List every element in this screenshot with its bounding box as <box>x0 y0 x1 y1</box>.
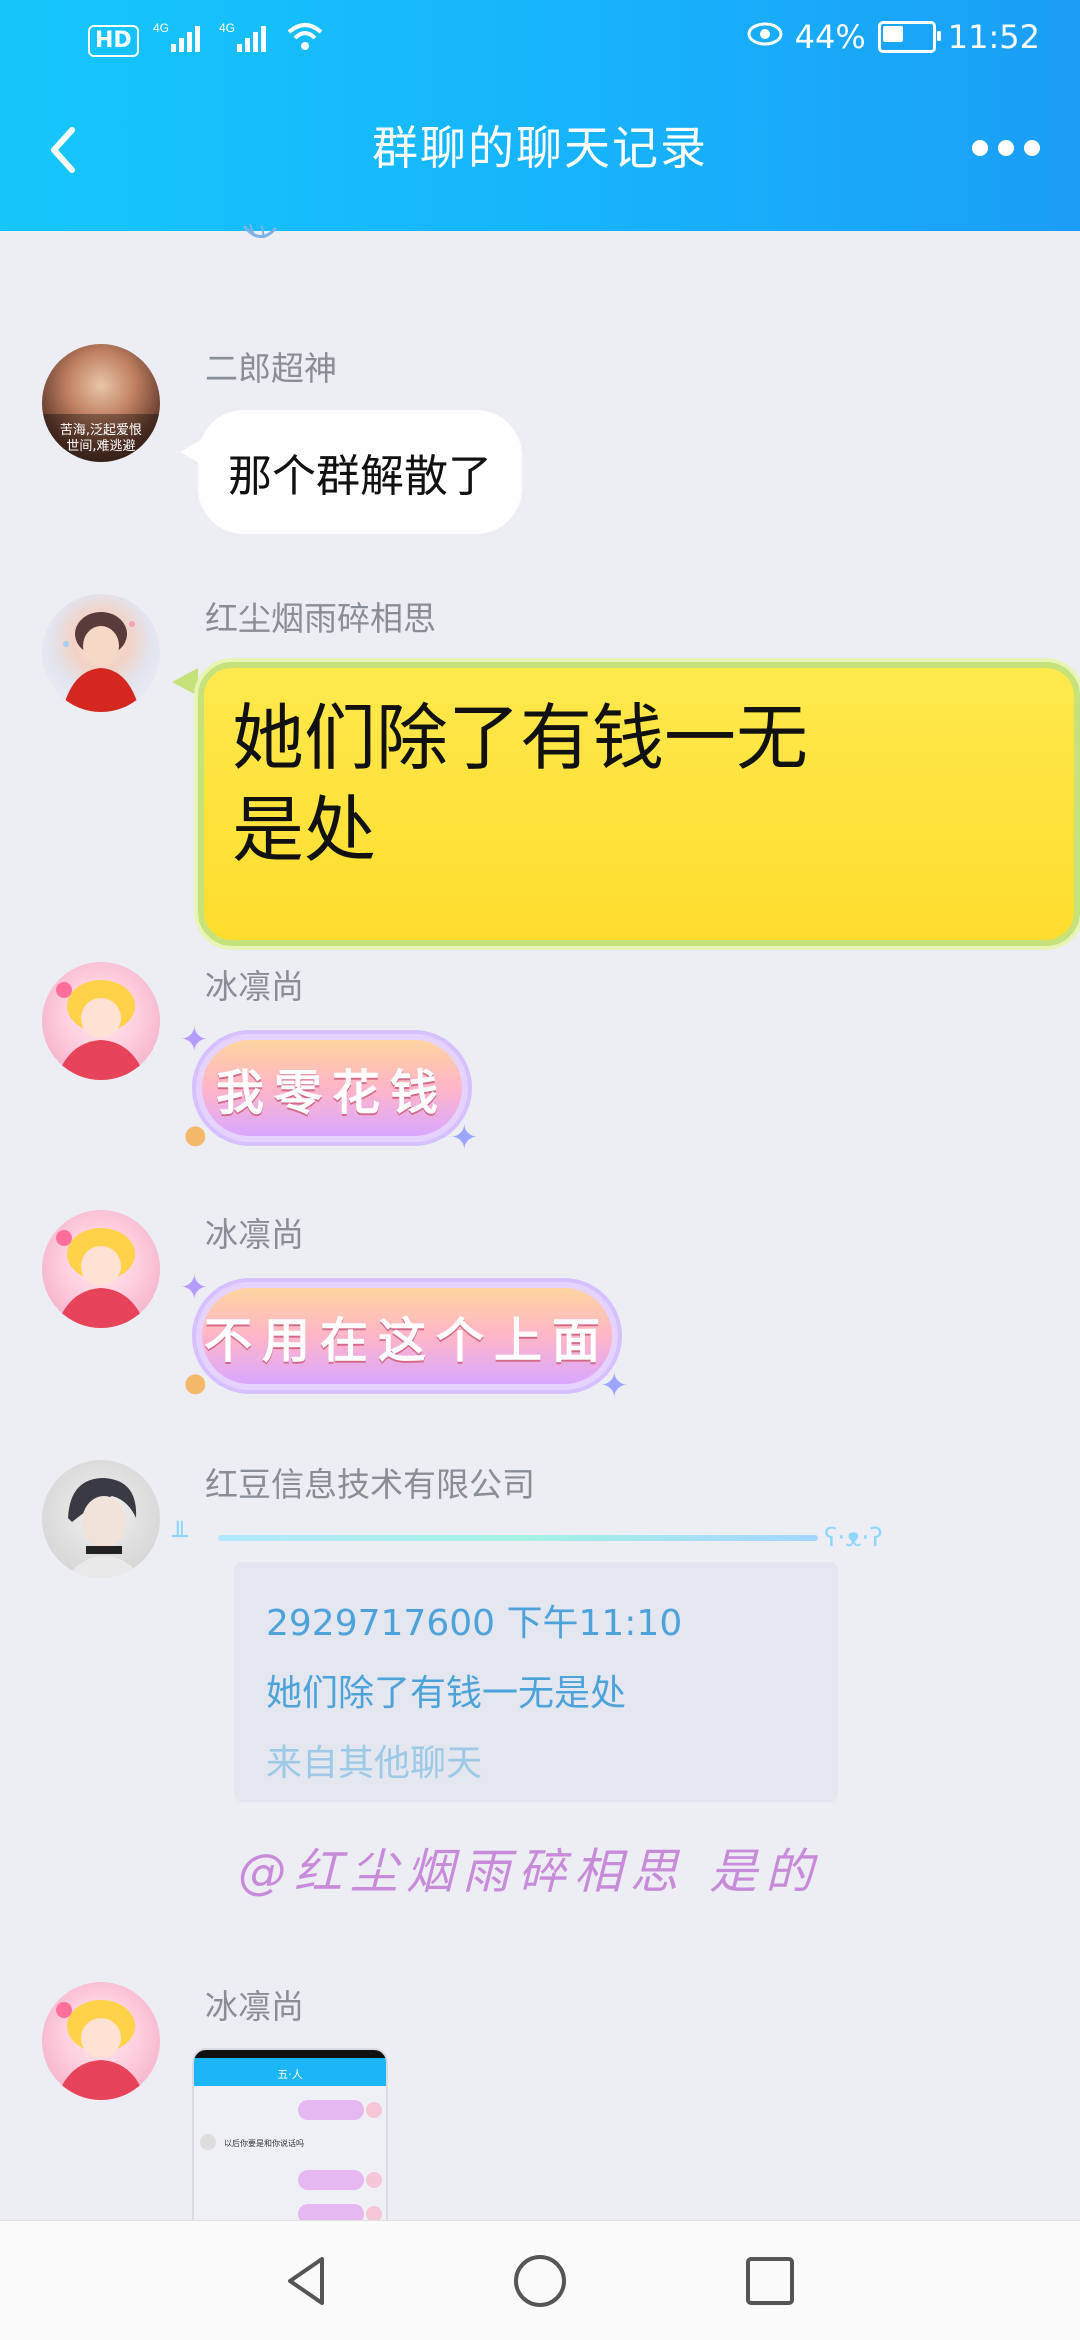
sender-name: 二郎超神 <box>205 349 337 388</box>
svg-text:世间,难逃避: 世间,难逃避 <box>66 439 135 454</box>
signal-icon-1: 4G <box>153 20 205 61</box>
sticker-bubble[interactable]: ✦ ✦ ● 不用在这个上面 <box>180 1268 640 1408</box>
avatar[interactable]: 苦海,泛起爱恨 世间,难逃避 <box>42 344 160 462</box>
status-bar: HD 4G 4G 44% 11:52 <box>0 0 1080 82</box>
quote-message[interactable]: ╨ ʕ·ᴥ·ʔ 2929717600 下午11:10 她们除了有钱一无是处 来自… <box>168 1522 908 1902</box>
avatar-image <box>62 612 140 712</box>
sticker-bubble[interactable]: ✦ ✦ ● 我零花钱 <box>180 1020 490 1160</box>
message-text-line: 她们除了有钱一无 <box>232 696 809 780</box>
square-recents-icon <box>746 2257 794 2305</box>
decor-icon: ╨ <box>172 1522 188 1552</box>
svg-text:苦海,泛起爱恨: 苦海,泛起爱恨 <box>60 422 142 438</box>
sparkle-icon: ✦ <box>450 1118 479 1158</box>
sticker-text: 不用在这个上面 <box>202 1288 612 1384</box>
nav-recents-button[interactable] <box>738 2249 802 2313</box>
sticker-text: 我零花钱 <box>202 1040 462 1136</box>
svg-text:以后你要是和你说话吗: 以后你要是和你说话吗 <box>224 2138 304 2148</box>
sparkle-icon: ● <box>184 1368 207 1398</box>
triangle-back-icon <box>288 2257 324 2305</box>
kaomoji: ʕ·ᴥ·ʔ <box>824 1523 883 1553</box>
bubble-tail <box>172 668 198 696</box>
message-bubble[interactable]: 那个群解散了 <box>198 410 522 534</box>
more-dot-icon <box>1024 140 1040 156</box>
avatar[interactable] <box>42 594 160 712</box>
sparkle-icon: ✦ <box>180 1020 209 1060</box>
page-title: 群聊的聊天记录 <box>372 121 708 175</box>
battery-icon <box>877 21 941 53</box>
sender-name: 冰凛尚 <box>205 1215 304 1254</box>
sparkle-icon: ● <box>184 1120 207 1150</box>
circle-home-icon <box>514 2255 566 2307</box>
quote-divider <box>218 1535 818 1541</box>
sender-name: 冰凛尚 <box>205 1987 304 2026</box>
wifi-icon <box>285 20 325 61</box>
signal-icon-2: 4G <box>219 20 271 61</box>
quote-card[interactable]: 2929717600 下午11:10 她们除了有钱一无是处 来自其他聊天 <box>234 1562 838 1802</box>
avatar[interactable] <box>42 1210 160 1328</box>
quote-text: 她们除了有钱一无是处 <box>266 1673 627 1714</box>
eye-icon <box>747 18 783 56</box>
battery-percent: 44% <box>794 18 866 56</box>
avatar-image <box>56 980 146 1080</box>
avatar-image <box>56 1228 146 1328</box>
avatar-image <box>66 1478 142 1578</box>
sender-name: 红豆信息技术有限公司 <box>205 1465 535 1504</box>
avatar-image <box>56 2000 146 2100</box>
nav-back-button[interactable] <box>276 2249 340 2313</box>
svg-text:五·人: 五·人 <box>277 2068 303 2081</box>
hd-badge: HD <box>88 24 139 57</box>
mention-text[interactable]: @红尘烟雨碎相思 是的 <box>238 1832 821 1902</box>
svg-text:4G: 4G <box>153 21 169 35</box>
quote-source: 来自其他聊天 <box>266 1743 483 1784</box>
more-dot-icon <box>998 140 1014 156</box>
clock: 11:52 <box>947 18 1040 56</box>
message-text-line: 是处 <box>232 788 377 872</box>
header: HD 4G 4G 44% 11:52 群聊的聊天记录 <box>0 0 1080 231</box>
more-dot-icon <box>972 140 988 156</box>
avatar-image: 苦海,泛起爱恨 世间,难逃避 <box>42 414 160 462</box>
sender-name: 冰凛尚 <box>205 967 304 1006</box>
system-nav-bar <box>0 2220 1080 2340</box>
message-bubble[interactable]: 她们除了有钱一无 是处 <box>198 662 1080 946</box>
chat-history-screen: HD 4G 4G 44% 11:52 群聊的聊天记录 苦海,泛起爱恨 世间,难逃… <box>0 0 1080 2340</box>
svg-text:4G: 4G <box>219 21 235 35</box>
avatar[interactable] <box>42 1982 160 2100</box>
nav-home-button[interactable] <box>508 2249 572 2313</box>
nav-bar: 群聊的聊天记录 <box>0 100 1080 200</box>
sparkle-icon: ✦ <box>600 1366 629 1406</box>
quote-header: 2929717600 下午11:10 <box>266 1603 683 1644</box>
more-button[interactable] <box>972 128 1042 168</box>
sender-name: 红尘烟雨碎相思 <box>205 599 436 638</box>
status-right: 44% 11:52 <box>747 18 1040 56</box>
status-left: HD 4G 4G <box>88 20 325 61</box>
avatar[interactable] <box>42 1460 160 1578</box>
avatar[interactable] <box>42 962 160 1080</box>
clipped-sticker-remnant <box>240 220 280 250</box>
